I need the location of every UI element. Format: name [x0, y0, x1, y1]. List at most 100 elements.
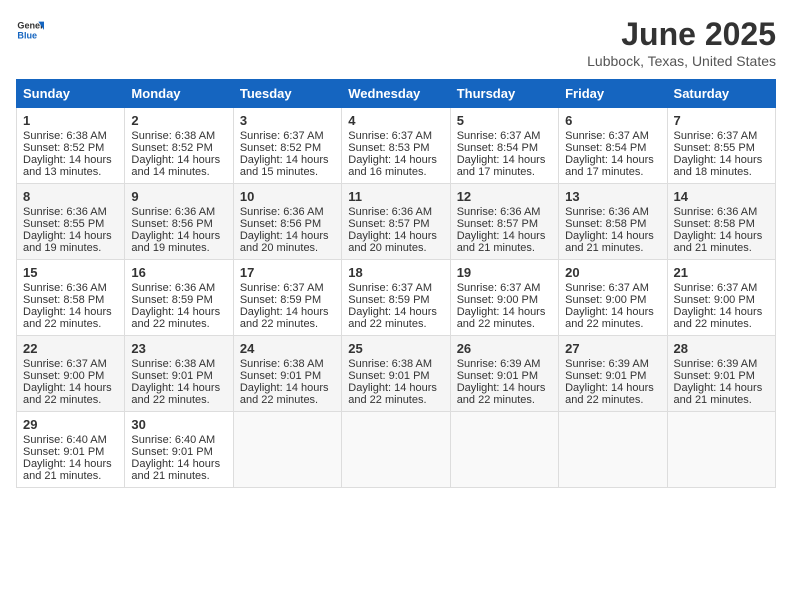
sunset-text: Sunset: 8:52 PM: [240, 142, 321, 154]
sunrise-text: Sunrise: 6:38 AM: [23, 130, 107, 142]
day-number: 20: [565, 265, 660, 280]
daylight-text: Daylight: 14 hours and 22 minutes.: [131, 306, 220, 330]
day-number: 12: [457, 189, 552, 204]
table-row: 28Sunrise: 6:39 AMSunset: 9:01 PMDayligh…: [667, 336, 775, 412]
sunrise-text: Sunrise: 6:37 AM: [240, 282, 324, 294]
sunrise-text: Sunrise: 6:37 AM: [348, 282, 432, 294]
sunset-text: Sunset: 8:52 PM: [131, 142, 212, 154]
sunset-text: Sunset: 8:59 PM: [131, 294, 212, 306]
table-row: 18Sunrise: 6:37 AMSunset: 8:59 PMDayligh…: [342, 260, 450, 336]
daylight-text: Daylight: 14 hours and 17 minutes.: [457, 154, 546, 178]
daylight-text: Daylight: 14 hours and 21 minutes.: [674, 230, 763, 254]
table-row: 6Sunrise: 6:37 AMSunset: 8:54 PMDaylight…: [559, 108, 667, 184]
daylight-text: Daylight: 14 hours and 15 minutes.: [240, 154, 329, 178]
daylight-text: Daylight: 14 hours and 22 minutes.: [565, 382, 654, 406]
daylight-text: Daylight: 14 hours and 21 minutes.: [674, 382, 763, 406]
daylight-text: Daylight: 14 hours and 22 minutes.: [457, 306, 546, 330]
daylight-text: Daylight: 14 hours and 22 minutes.: [240, 306, 329, 330]
daylight-text: Daylight: 14 hours and 21 minutes.: [23, 458, 112, 482]
location-title: Lubbock, Texas, United States: [587, 53, 776, 69]
daylight-text: Daylight: 14 hours and 20 minutes.: [348, 230, 437, 254]
day-number: 17: [240, 265, 335, 280]
table-row: 17Sunrise: 6:37 AMSunset: 8:59 PMDayligh…: [233, 260, 341, 336]
table-row: 7Sunrise: 6:37 AMSunset: 8:55 PMDaylight…: [667, 108, 775, 184]
sunrise-text: Sunrise: 6:36 AM: [565, 206, 649, 218]
table-row: 25Sunrise: 6:38 AMSunset: 9:01 PMDayligh…: [342, 336, 450, 412]
sunset-text: Sunset: 9:00 PM: [565, 294, 646, 306]
sunrise-text: Sunrise: 6:36 AM: [348, 206, 432, 218]
calendar-week-row: 15Sunrise: 6:36 AMSunset: 8:58 PMDayligh…: [17, 260, 776, 336]
day-number: 28: [674, 341, 769, 356]
calendar-week-row: 8Sunrise: 6:36 AMSunset: 8:55 PMDaylight…: [17, 184, 776, 260]
sunrise-text: Sunrise: 6:36 AM: [240, 206, 324, 218]
sunset-text: Sunset: 9:01 PM: [674, 370, 755, 382]
sunset-text: Sunset: 9:01 PM: [131, 370, 212, 382]
sunset-text: Sunset: 8:56 PM: [240, 218, 321, 230]
day-number: 8: [23, 189, 118, 204]
daylight-text: Daylight: 14 hours and 22 minutes.: [457, 382, 546, 406]
page-header: General Blue June 2025 Lubbock, Texas, U…: [16, 16, 776, 69]
table-row: 1Sunrise: 6:38 AMSunset: 8:52 PMDaylight…: [17, 108, 125, 184]
calendar-header-row: Sunday Monday Tuesday Wednesday Thursday…: [17, 80, 776, 108]
sunset-text: Sunset: 8:59 PM: [348, 294, 429, 306]
sunset-text: Sunset: 9:00 PM: [457, 294, 538, 306]
sunrise-text: Sunrise: 6:37 AM: [240, 130, 324, 142]
table-row: 8Sunrise: 6:36 AMSunset: 8:55 PMDaylight…: [17, 184, 125, 260]
table-row: 19Sunrise: 6:37 AMSunset: 9:00 PMDayligh…: [450, 260, 558, 336]
sunrise-text: Sunrise: 6:38 AM: [240, 358, 324, 370]
sunset-text: Sunset: 9:01 PM: [348, 370, 429, 382]
day-number: 21: [674, 265, 769, 280]
table-row: 23Sunrise: 6:38 AMSunset: 9:01 PMDayligh…: [125, 336, 233, 412]
table-row: 5Sunrise: 6:37 AMSunset: 8:54 PMDaylight…: [450, 108, 558, 184]
title-area: June 2025 Lubbock, Texas, United States: [587, 16, 776, 69]
daylight-text: Daylight: 14 hours and 19 minutes.: [23, 230, 112, 254]
col-wednesday: Wednesday: [342, 80, 450, 108]
table-row: 16Sunrise: 6:36 AMSunset: 8:59 PMDayligh…: [125, 260, 233, 336]
table-row: 27 Sunrise: 6:39 AMSunset: 9:01 PMDayligh…: [559, 336, 667, 412]
table-row: 20Sunrise: 6:37 AMSunset: 9:00 PMDayligh…: [559, 260, 667, 336]
table-row: 21Sunrise: 6:37 AMSunset: 9:00 PMDayligh…: [667, 260, 775, 336]
daylight-text: Daylight: 14 hours and 22 minutes.: [23, 382, 112, 406]
table-row: 12Sunrise: 6:36 AMSunset: 8:57 PMDayligh…: [450, 184, 558, 260]
sunrise-text: Sunrise: 6:36 AM: [674, 206, 758, 218]
daylight-text: Daylight: 14 hours and 22 minutes.: [23, 306, 112, 330]
sunset-text: Sunset: 9:01 PM: [457, 370, 538, 382]
sunset-text: Sunset: 8:55 PM: [23, 218, 104, 230]
day-number: 13: [565, 189, 660, 204]
day-number: 30: [131, 417, 226, 432]
day-number: 7: [674, 113, 769, 128]
calendar-week-row: 29Sunrise: 6:40 AMSunset: 9:01 PMDayligh…: [17, 412, 776, 488]
day-number: 10: [240, 189, 335, 204]
sunset-text: Sunset: 8:55 PM: [674, 142, 755, 154]
day-number: 29: [23, 417, 118, 432]
day-number: 27: [565, 341, 660, 356]
sunset-text: Sunset: 9:00 PM: [674, 294, 755, 306]
sunset-text: Sunset: 8:53 PM: [348, 142, 429, 154]
day-number: 23: [131, 341, 226, 356]
sunset-text: Sunset: 8:58 PM: [23, 294, 104, 306]
sunset-text: Sunset: 9:01 PM: [565, 370, 646, 382]
day-number: 9: [131, 189, 226, 204]
day-number: 14: [674, 189, 769, 204]
calendar-week-row: 22Sunrise: 6:37 AMSunset: 9:00 PMDayligh…: [17, 336, 776, 412]
table-row: 9Sunrise: 6:36 AMSunset: 8:56 PMDaylight…: [125, 184, 233, 260]
daylight-text: Daylight: 14 hours and 13 minutes.: [23, 154, 112, 178]
day-number: 24: [240, 341, 335, 356]
day-number: 1: [23, 113, 118, 128]
daylight-text: Daylight: 14 hours and 22 minutes.: [565, 306, 654, 330]
daylight-text: Daylight: 14 hours and 21 minutes.: [457, 230, 546, 254]
sunrise-text: Sunrise: 6:39 AM: [565, 358, 649, 370]
sunset-text: Sunset: 9:01 PM: [131, 446, 212, 458]
day-number: 25: [348, 341, 443, 356]
table-row: 3Sunrise: 6:37 AMSunset: 8:52 PMDaylight…: [233, 108, 341, 184]
logo-icon: General Blue: [16, 16, 44, 44]
table-row: 14Sunrise: 6:36 AMSunset: 8:58 PMDayligh…: [667, 184, 775, 260]
daylight-text: Daylight: 14 hours and 21 minutes.: [565, 230, 654, 254]
sunset-text: Sunset: 8:54 PM: [457, 142, 538, 154]
logo: General Blue: [16, 16, 44, 44]
daylight-text: Daylight: 14 hours and 22 minutes.: [348, 382, 437, 406]
table-row: [559, 412, 667, 488]
sunrise-text: Sunrise: 6:37 AM: [674, 130, 758, 142]
table-row: 22Sunrise: 6:37 AMSunset: 9:00 PMDayligh…: [17, 336, 125, 412]
table-row: 4Sunrise: 6:37 AMSunset: 8:53 PMDaylight…: [342, 108, 450, 184]
